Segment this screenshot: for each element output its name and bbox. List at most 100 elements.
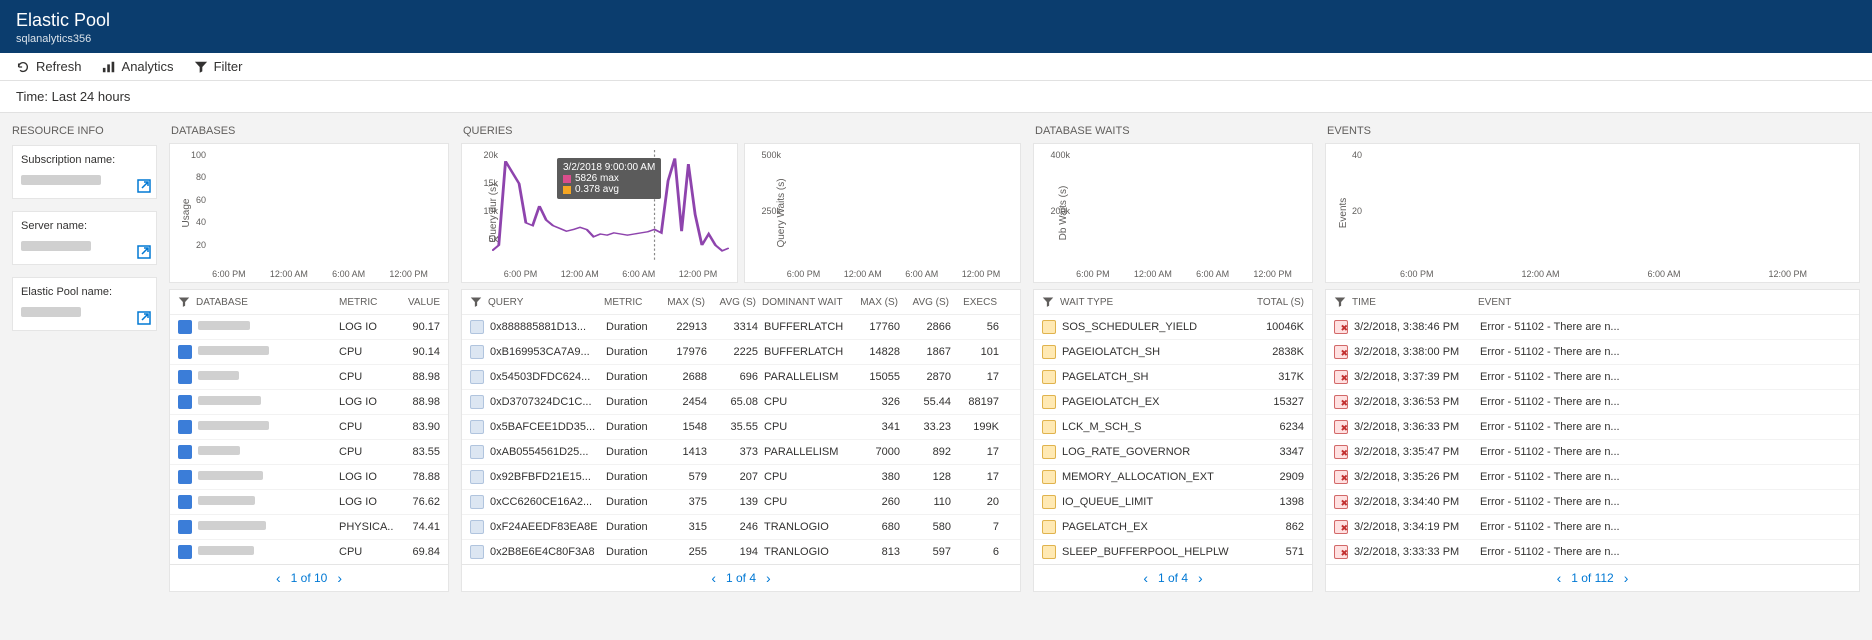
chart-x-axis: 6:00 PM12:00 AM6:00 AM12:00 PM [492,269,729,279]
prev-page-button[interactable]: ‹ [1143,570,1148,586]
table-row[interactable]: LCK_M_SCH_S6234 [1034,415,1312,440]
table-row[interactable]: 3/2/2018, 3:34:40 PMError - 51102 - Ther… [1326,490,1859,515]
filter-icon[interactable] [470,296,482,308]
resource-info-header: RESOURCE INFO [12,123,157,145]
next-page-button[interactable]: › [337,570,342,586]
col-maxs: MAX (S) [853,297,898,308]
table-row[interactable]: LOG IO88.98 [170,390,448,415]
subscription-card: Subscription name: [12,145,157,199]
table-row[interactable]: PAGEIOLATCH_EX15327 [1034,390,1312,415]
table-row[interactable]: 3/2/2018, 3:34:19 PMError - 51102 - Ther… [1326,515,1859,540]
table-row[interactable]: 3/2/2018, 3:38:46 PMError - 51102 - Ther… [1326,315,1859,340]
popout-icon[interactable] [136,178,152,194]
evt-icon [1334,370,1348,384]
cell: 892 [906,446,951,458]
cell: 78.88 [400,471,440,483]
prev-page-button[interactable]: ‹ [276,570,281,586]
table-row[interactable]: PAGELATCH_EX862 [1034,515,1312,540]
time-range-row[interactable]: Time: Last 24 hours [0,81,1872,113]
table-row[interactable]: 0x92BFBFD21E15...Duration579207CPU380128… [462,465,1020,490]
pager-label: 1 of 4 [726,571,756,585]
table-row[interactable]: LOG_RATE_GOVERNOR3347 [1034,440,1312,465]
table-row[interactable]: PAGEIOLATCH_SH2838K [1034,340,1312,365]
table-row[interactable]: 0x2B8E6E4C80F3A8Duration255194TRANLOGIO8… [462,540,1020,564]
table-row[interactable]: 3/2/2018, 3:35:47 PMError - 51102 - Ther… [1326,440,1859,465]
events-table: TIME EVENT 3/2/2018, 3:38:46 PMError - 5… [1325,289,1860,565]
table-row[interactable]: PAGELATCH_SH317K [1034,365,1312,390]
cell: 3/2/2018, 3:33:33 PM [1354,546,1474,558]
q-icon [470,320,484,334]
table-row[interactable]: 3/2/2018, 3:36:53 PMError - 51102 - Ther… [1326,390,1859,415]
refresh-button[interactable]: Refresh [16,59,82,74]
usage-chart[interactable]: Usage 10080604020 6:00 PM12:00 AM6:00 AM… [169,143,449,283]
table-row[interactable]: CPU88.98 [170,365,448,390]
table-row[interactable]: 3/2/2018, 3:36:33 PMError - 51102 - Ther… [1326,415,1859,440]
table-row[interactable]: CPU69.84 [170,540,448,564]
popout-icon[interactable] [136,310,152,326]
analytics-button[interactable]: Analytics [102,59,174,74]
cell: BUFFERLATCH [764,346,849,358]
table-row[interactable]: 0xCC6260CE16A2...Duration375139CPU260110… [462,490,1020,515]
table-row[interactable]: SLEEP_BUFFERPOOL_HELPLW571 [1034,540,1312,564]
cell: 2866 [906,321,951,333]
prev-page-button[interactable]: ‹ [711,570,716,586]
table-row[interactable]: CPU90.14 [170,340,448,365]
evt-icon [1334,495,1348,509]
cell: 315 [662,521,707,533]
next-page-button[interactable]: › [1198,570,1203,586]
dbwaits-chart[interactable]: Db Waits (s) 400k200k 6:00 PM12:00 AM6:0… [1033,143,1313,283]
table-row[interactable]: LOG IO78.88 [170,465,448,490]
cell: 101 [957,346,999,358]
table-row[interactable]: 0xB169953CA7A9...Duration179762225BUFFER… [462,340,1020,365]
cell: Duration [606,371,656,383]
table-row[interactable]: CPU83.90 [170,415,448,440]
table-row[interactable]: 0x54503DFDC624...Duration2688696PARALLEL… [462,365,1020,390]
table-row[interactable]: 3/2/2018, 3:37:39 PMError - 51102 - Ther… [1326,365,1859,390]
time-range-label: Time: Last 24 hours [16,89,130,104]
table-row[interactable]: 0x5BAFCEE1DD35...Duration154835.55CPU341… [462,415,1020,440]
cell [198,546,333,558]
table-row[interactable]: 3/2/2018, 3:35:26 PMError - 51102 - Ther… [1326,465,1859,490]
filter-icon[interactable] [1334,296,1346,308]
table-row[interactable]: IO_QUEUE_LIMIT1398 [1034,490,1312,515]
cell: 1867 [906,346,951,358]
next-page-button[interactable]: › [766,570,771,586]
queries-panel: QUERIES Query dur (s) 20k15k10k5k 6:00 P… [461,123,1021,592]
table-row[interactable]: 0xF24AEEDF83EA8EDuration315246TRANLOGIO6… [462,515,1020,540]
filter-icon[interactable] [1042,296,1054,308]
table-row[interactable]: 3/2/2018, 3:33:33 PMError - 51102 - Ther… [1326,540,1859,564]
prev-page-button[interactable]: ‹ [1557,570,1562,586]
cell: 2225 [713,346,758,358]
cell: 2870 [906,371,951,383]
table-row[interactable]: 0xD3707324DC1C...Duration245465.08CPU326… [462,390,1020,415]
cell: LOG IO [339,321,394,333]
table-row[interactable]: LOG IO76.62 [170,490,448,515]
col-event: EVENT [1478,297,1851,308]
table-row[interactable]: LOG IO 90.17 [170,315,448,340]
cell: 2838K [1249,346,1304,358]
cell: MEMORY_ALLOCATION_EXT [1062,471,1243,483]
popout-icon[interactable] [136,244,152,260]
table-row[interactable]: 0xAB0554561D25...Duration1413373PARALLEL… [462,440,1020,465]
cell: PAGEIOLATCH_EX [1062,396,1243,408]
query-waits-chart[interactable]: Query Waits (s) 500k250k 6:00 PM12:00 AM… [744,143,1021,283]
cell: 373 [713,446,758,458]
filter-button[interactable]: Filter [194,59,243,74]
analytics-label: Analytics [122,59,174,74]
table-row[interactable]: MEMORY_ALLOCATION_EXT2909 [1034,465,1312,490]
table-row[interactable]: 0x888885881D13...Duration229133314BUFFER… [462,315,1020,340]
tooltip-max: 5826 max [575,173,619,184]
table-row[interactable]: CPU83.55 [170,440,448,465]
cell: 3/2/2018, 3:37:39 PM [1354,371,1474,383]
events-chart[interactable]: Events 4020 6:00 PM12:00 AM6:00 AM12:00 … [1325,143,1860,283]
filter-icon[interactable] [178,296,190,308]
table-row[interactable]: SOS_SCHEDULER_YIELD10046K [1034,315,1312,340]
cell: 2454 [662,396,707,408]
next-page-button[interactable]: › [1624,570,1629,586]
query-duration-chart[interactable]: Query dur (s) 20k15k10k5k 6:00 PM12:00 A… [461,143,738,283]
table-row[interactable]: PHYSICA..74.41 [170,515,448,540]
queries-table: QUERY METRIC MAX (S) AVG (S) DOMINANT WA… [461,289,1021,565]
events-panel: EVENTS Events 4020 6:00 PM12:00 AM6:00 A… [1325,123,1860,592]
cell: 90.17 [400,321,440,333]
table-row[interactable]: 3/2/2018, 3:38:00 PMError - 51102 - Ther… [1326,340,1859,365]
